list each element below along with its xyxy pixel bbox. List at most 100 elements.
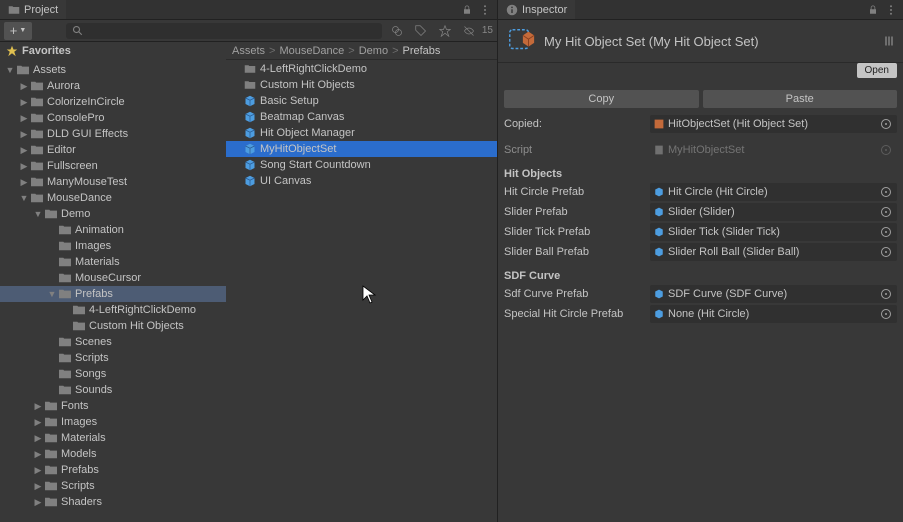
lock-icon[interactable]	[461, 4, 473, 16]
expand-arrow-icon[interactable]	[18, 193, 30, 203]
favorites-header[interactable]: Favorites	[0, 42, 226, 60]
expand-arrow-icon[interactable]	[32, 433, 44, 444]
expand-arrow-icon[interactable]	[32, 449, 44, 460]
object-picker-button[interactable]	[879, 117, 893, 131]
object-picker-button[interactable]	[879, 185, 893, 199]
expand-arrow-icon[interactable]	[32, 417, 44, 428]
file-item[interactable]: Basic Setup	[226, 93, 497, 109]
object-field[interactable]: Slider Tick (Slider Tick)	[650, 223, 897, 241]
tree-item[interactable]: Models	[0, 446, 226, 462]
expand-arrow-icon[interactable]	[18, 81, 30, 92]
tree-item[interactable]: Editor	[0, 142, 226, 158]
tree-item[interactable]: Prefabs	[0, 286, 226, 302]
object-picker-button[interactable]	[879, 225, 893, 239]
object-field[interactable]: SDF Curve (SDF Curve)	[650, 285, 897, 303]
tree-item[interactable]: ColorizeInCircle	[0, 94, 226, 110]
tree-item[interactable]: 4-LeftRightClickDemo	[0, 302, 226, 318]
tab-inspector[interactable]: Inspector	[498, 0, 575, 19]
expand-arrow-icon[interactable]	[18, 161, 30, 172]
tree-item-label: MouseCursor	[75, 272, 141, 284]
expand-arrow-icon[interactable]	[32, 481, 44, 492]
preset-icon[interactable]	[883, 35, 895, 47]
tree-item[interactable]: Scenes	[0, 334, 226, 350]
file-item-label: Basic Setup	[260, 95, 319, 107]
tree-item[interactable]: Prefabs	[0, 462, 226, 478]
expand-arrow-icon[interactable]	[4, 65, 16, 75]
paste-button[interactable]: Paste	[703, 90, 898, 108]
expand-arrow-icon[interactable]	[46, 289, 58, 299]
tab-label: Project	[24, 4, 58, 16]
filter-icon	[391, 25, 403, 37]
file-item[interactable]: UI Canvas	[226, 173, 497, 189]
object-picker-button[interactable]	[879, 205, 893, 219]
tree-item[interactable]: Custom Hit Objects	[0, 318, 226, 334]
file-item[interactable]: Hit Object Manager	[226, 125, 497, 141]
file-item[interactable]: 4-LeftRightClickDemo	[226, 61, 497, 77]
tree-item[interactable]: Fonts	[0, 398, 226, 414]
tree-item-label: Songs	[75, 368, 106, 380]
expand-arrow-icon[interactable]	[32, 497, 44, 508]
script-icon	[654, 145, 664, 155]
tree-item[interactable]: Assets	[0, 62, 226, 78]
tab-project[interactable]: Project	[0, 0, 66, 19]
expand-arrow-icon[interactable]	[32, 401, 44, 412]
filter-by-type-button[interactable]	[386, 23, 408, 39]
open-button[interactable]: Open	[857, 63, 897, 78]
tree-item-label: Editor	[47, 144, 76, 156]
expand-arrow-icon[interactable]	[18, 129, 30, 140]
object-field[interactable]: Hit Circle (Hit Circle)	[650, 183, 897, 201]
copied-field[interactable]: HitObjectSet (Hit Object Set)	[650, 115, 897, 133]
tree-item[interactable]: Images	[0, 238, 226, 254]
menu-icon[interactable]	[885, 4, 897, 16]
file-item[interactable]: Song Start Countdown	[226, 157, 497, 173]
tree-item[interactable]: Shaders	[0, 494, 226, 510]
object-field[interactable]: Slider Roll Ball (Slider Ball)	[650, 243, 897, 261]
tree-item[interactable]: ManyMouseTest	[0, 174, 226, 190]
tree-item[interactable]: Images	[0, 414, 226, 430]
expand-arrow-icon[interactable]	[18, 177, 30, 188]
breadcrumb-item[interactable]: Assets	[232, 45, 265, 57]
save-star-button[interactable]	[434, 23, 456, 39]
breadcrumb-item[interactable]: Demo	[359, 45, 388, 57]
file-item[interactable]: Custom Hit Objects	[226, 77, 497, 93]
tree-item[interactable]: DLD GUI Effects	[0, 126, 226, 142]
tree-item[interactable]: Materials	[0, 430, 226, 446]
tree-item[interactable]: Fullscreen	[0, 158, 226, 174]
object-field[interactable]: Slider (Slider)	[650, 203, 897, 221]
lock-icon[interactable]	[867, 4, 879, 16]
tree-item[interactable]: ConsolePro	[0, 110, 226, 126]
file-item-label: Custom Hit Objects	[260, 79, 355, 91]
object-picker-button[interactable]	[879, 245, 893, 259]
tree-item[interactable]: Materials	[0, 254, 226, 270]
object-picker-button[interactable]	[879, 287, 893, 301]
expand-arrow-icon[interactable]	[18, 145, 30, 156]
tree-item[interactable]: Scripts	[0, 350, 226, 366]
tree-item[interactable]: Scripts	[0, 478, 226, 494]
tree-item[interactable]: Aurora	[0, 78, 226, 94]
search-input[interactable]	[66, 23, 382, 39]
tree-item[interactable]: Demo	[0, 206, 226, 222]
tree-item[interactable]: MouseDance	[0, 190, 226, 206]
tree-item[interactable]: MouseCursor	[0, 270, 226, 286]
filter-by-label-button[interactable]	[410, 23, 432, 39]
property-label: Special Hit Circle Prefab	[504, 308, 646, 320]
expand-arrow-icon[interactable]	[18, 97, 30, 108]
expand-arrow-icon[interactable]	[32, 209, 44, 219]
menu-icon[interactable]	[479, 4, 491, 16]
object-field[interactable]: None (Hit Circle)	[650, 305, 897, 323]
breadcrumb-item[interactable]: MouseDance	[279, 45, 344, 57]
expand-arrow-icon[interactable]	[18, 113, 30, 124]
expand-arrow-icon[interactable]	[32, 465, 44, 476]
scriptableobject-icon	[654, 119, 664, 129]
copy-button[interactable]: Copy	[504, 90, 699, 108]
hidden-assets-toggle[interactable]	[458, 23, 480, 39]
object-picker-button[interactable]	[879, 307, 893, 321]
file-item[interactable]: Beatmap Canvas	[226, 109, 497, 125]
breadcrumb-item[interactable]: Prefabs	[403, 45, 441, 57]
star-icon	[439, 25, 451, 37]
tree-item[interactable]: Animation	[0, 222, 226, 238]
add-asset-button[interactable]: + ▼	[4, 22, 32, 40]
tree-item[interactable]: Sounds	[0, 382, 226, 398]
file-item[interactable]: MyHitObjectSet	[226, 141, 497, 157]
tree-item[interactable]: Songs	[0, 366, 226, 382]
